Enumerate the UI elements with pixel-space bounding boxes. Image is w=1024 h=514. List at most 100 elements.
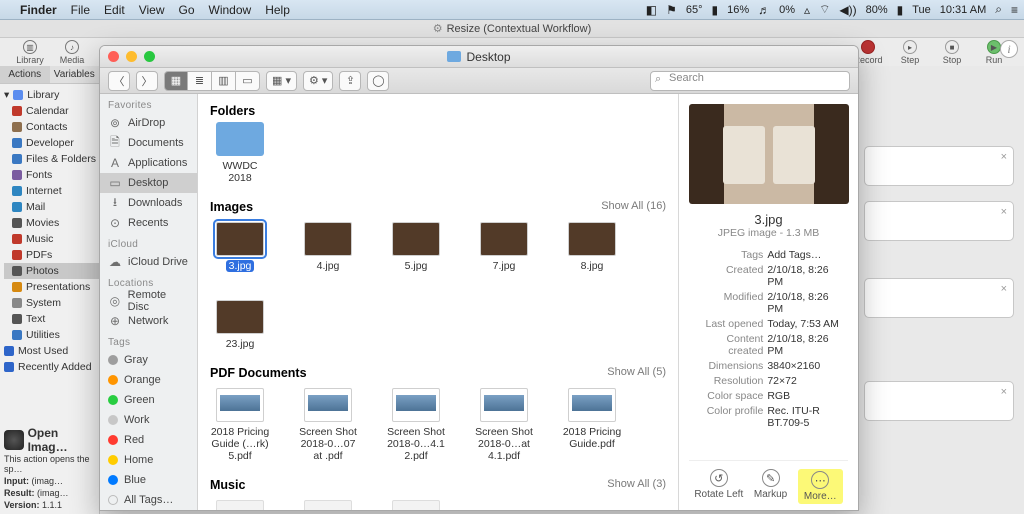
show-all-images[interactable]: Show All (16): [601, 200, 666, 212]
action-close-icon[interactable]: ×: [1001, 206, 1007, 218]
show-all-music[interactable]: Show All (3): [607, 478, 666, 490]
sidebar-item[interactable]: Gray: [100, 350, 197, 370]
library-category[interactable]: System: [4, 295, 99, 311]
menu-help[interactable]: Help: [265, 3, 290, 17]
library-category[interactable]: Movies: [4, 215, 99, 231]
tags-button[interactable]: ◯: [367, 71, 389, 91]
library-category[interactable]: Files & Folders: [4, 151, 99, 167]
file-tile[interactable]: Screen Shot 2018-0…4.1 2.pdf: [386, 388, 446, 462]
file-tile[interactable]: 23.jpg: [210, 300, 270, 350]
menu-file[interactable]: File: [71, 3, 90, 17]
show-all-pdfs[interactable]: Show All (5): [607, 366, 666, 378]
library-category[interactable]: PDFs: [4, 247, 99, 263]
file-tile[interactable]: ♫bridesmaid: [386, 500, 446, 510]
preview-action-button[interactable]: ⋯More…: [798, 469, 843, 504]
action-close-icon[interactable]: ×: [1001, 151, 1007, 163]
sidebar-item[interactable]: ⊙Recents: [100, 213, 197, 233]
action-close-icon[interactable]: ×: [1001, 283, 1007, 295]
nav-forward-button[interactable]: 〉: [136, 71, 158, 91]
library-root[interactable]: ▾ Library: [4, 87, 99, 103]
app-menu[interactable]: Finder: [20, 3, 57, 17]
preview-action-button[interactable]: ↺Rotate Left: [694, 469, 743, 504]
battery-icon[interactable]: ▮: [711, 3, 718, 17]
file-tile[interactable]: 2018 Pricing Guide (…rk) 5.pdf: [210, 388, 270, 462]
search-field[interactable]: Search: [650, 71, 850, 91]
action-close-icon[interactable]: ×: [1001, 386, 1007, 398]
library-category[interactable]: Fonts: [4, 167, 99, 183]
finder-titlebar[interactable]: Desktop: [100, 46, 858, 68]
toolbar-library-button[interactable]: ▥Library: [10, 40, 50, 65]
tab-variables[interactable]: Variables: [50, 66, 100, 83]
status-airplay-icon[interactable]: ▵: [804, 3, 810, 17]
file-tile[interactable]: 5.jpg: [386, 222, 446, 272]
sidebar-item[interactable]: All Tags…: [100, 490, 197, 510]
notification-center-icon[interactable]: ≡: [1011, 3, 1018, 17]
file-tile[interactable]: ♫First Dance.mp3: [210, 500, 270, 510]
action-dropdown[interactable]: ⚙ ▾: [303, 71, 333, 91]
toolbar-step-button[interactable]: ▸Step: [890, 40, 930, 65]
library-smart-group[interactable]: Recently Added: [4, 359, 99, 375]
view-column-button[interactable]: ▥: [212, 71, 236, 91]
sidebar-item[interactable]: AApplications: [100, 153, 197, 173]
sidebar-item[interactable]: ☁iCloud Drive: [100, 252, 197, 272]
finder-content-area[interactable]: Folders WWDC 2018 Images Show All (16) 3…: [198, 94, 678, 510]
tab-actions[interactable]: Actions: [0, 66, 50, 83]
sidebar-item[interactable]: ⊕Network: [100, 311, 197, 331]
workflow-action-card[interactable]: ×: [864, 381, 1014, 421]
file-tile[interactable]: Screen Shot 2018-0…at 4.1.pdf: [474, 388, 534, 462]
library-category[interactable]: Mail: [4, 199, 99, 215]
nav-back-button[interactable]: 〈: [108, 71, 130, 91]
view-icon-button[interactable]: ▦: [164, 71, 188, 91]
status-apps-icon[interactable]: ◧: [646, 3, 657, 17]
library-category[interactable]: Presentations: [4, 279, 99, 295]
sidebar-item[interactable]: ▭Desktop: [100, 173, 197, 193]
file-tile[interactable]: 2018 Pricing Guide.pdf: [562, 388, 622, 462]
file-tile[interactable]: 4.jpg: [298, 222, 358, 272]
library-category[interactable]: Calendar: [4, 103, 99, 119]
workflow-action-card[interactable]: ×: [864, 278, 1014, 318]
file-tile[interactable]: 8.jpg: [562, 222, 622, 272]
library-category[interactable]: Developer: [4, 135, 99, 151]
file-tile[interactable]: ♫Walk down the …: [298, 500, 358, 510]
library-category[interactable]: Music: [4, 231, 99, 247]
sidebar-item[interactable]: ⊚AirDrop: [100, 113, 197, 133]
status-volume-icon[interactable]: ◀)): [839, 3, 856, 17]
library-smart-group[interactable]: Most Used: [4, 343, 99, 359]
toolbar-stop-button[interactable]: ■Stop: [932, 40, 972, 65]
menu-view[interactable]: View: [139, 3, 165, 17]
info-bubble-icon[interactable]: i: [1000, 40, 1018, 58]
library-category[interactable]: Contacts: [4, 119, 99, 135]
sidebar-item[interactable]: 🗎Documents: [100, 133, 197, 153]
status-wifi-icon[interactable]: ⌔: [819, 2, 830, 17]
sidebar-item[interactable]: Green: [100, 390, 197, 410]
arrange-dropdown[interactable]: ▦ ▾: [266, 71, 297, 91]
file-tile[interactable]: 3.jpg: [210, 222, 270, 272]
window-zoom-button[interactable]: [144, 51, 155, 62]
workflow-action-card[interactable]: ×: [864, 146, 1014, 186]
sidebar-item[interactable]: Blue: [100, 470, 197, 490]
sidebar-item[interactable]: Work: [100, 410, 197, 430]
sidebar-item[interactable]: Home: [100, 450, 197, 470]
toolbar-media-button[interactable]: ♪Media: [52, 40, 92, 65]
share-button[interactable]: ⇪: [339, 71, 361, 91]
battery3-icon[interactable]: ▮: [897, 3, 904, 17]
library-category[interactable]: Internet: [4, 183, 99, 199]
library-category[interactable]: Utilities: [4, 327, 99, 343]
library-category[interactable]: Photos: [4, 263, 99, 279]
library-category[interactable]: Text: [4, 311, 99, 327]
file-tile[interactable]: WWDC 2018: [210, 122, 270, 184]
window-close-button[interactable]: [108, 51, 119, 62]
status-weather-icon[interactable]: ⚑: [666, 3, 677, 17]
status-headphones-icon[interactable]: ♬: [758, 3, 770, 17]
menu-edit[interactable]: Edit: [104, 3, 125, 17]
sidebar-item[interactable]: Orange: [100, 370, 197, 390]
file-tile[interactable]: 7.jpg: [474, 222, 534, 272]
preview-action-button[interactable]: ✎Markup: [754, 469, 787, 504]
menu-window[interactable]: Window: [209, 3, 252, 17]
preview-meta-value[interactable]: Add Tags…: [765, 247, 848, 262]
window-minimize-button[interactable]: [126, 51, 137, 62]
menu-go[interactable]: Go: [179, 3, 195, 17]
view-list-button[interactable]: ≣: [188, 71, 212, 91]
spotlight-icon[interactable]: ⌕: [995, 2, 1002, 17]
view-gallery-button[interactable]: ▭: [236, 71, 260, 91]
